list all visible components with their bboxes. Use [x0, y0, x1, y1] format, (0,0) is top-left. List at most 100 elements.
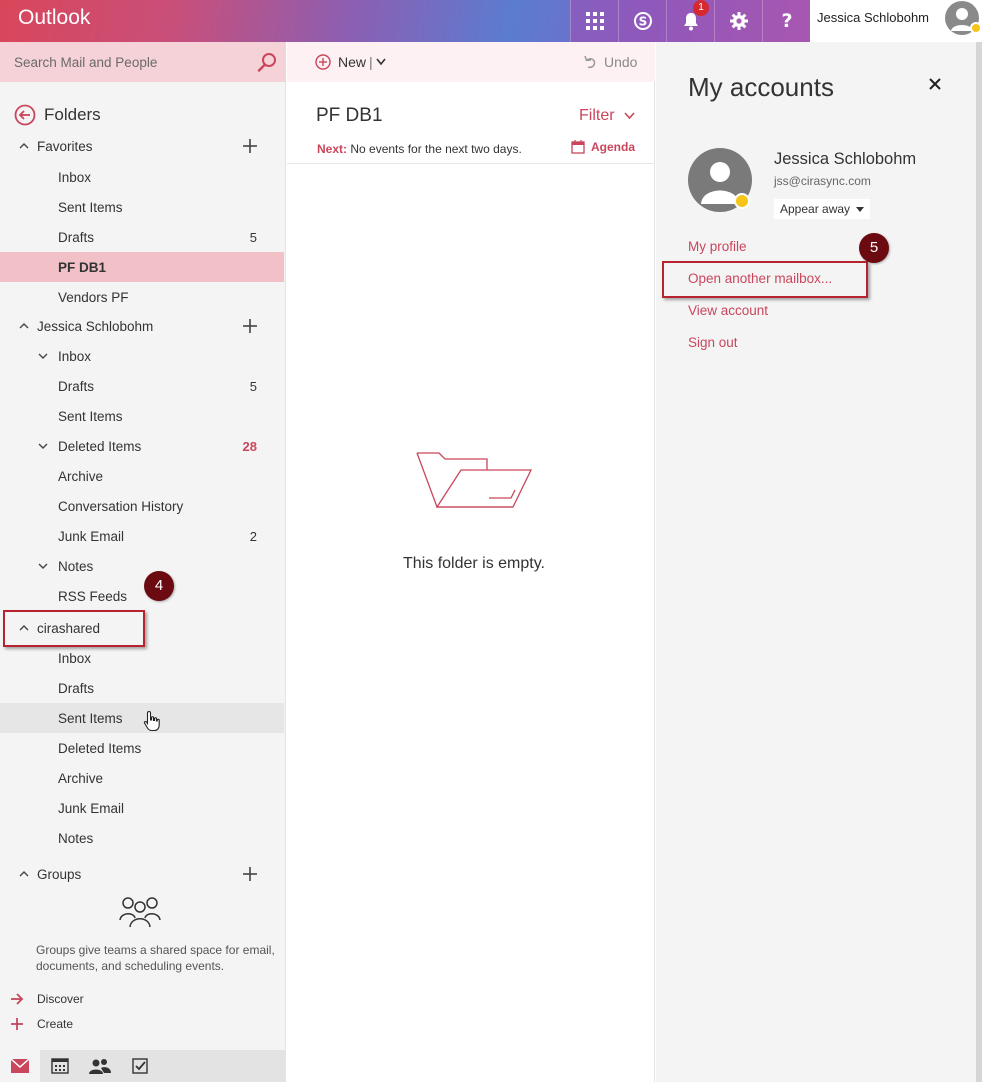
folders-header[interactable]: Folders: [14, 104, 101, 126]
mail-module-button[interactable]: [0, 1050, 40, 1082]
sign-out-link[interactable]: Sign out: [688, 335, 738, 350]
help-button[interactable]: ?: [762, 0, 810, 42]
folder-item[interactable]: Sent Items: [0, 192, 284, 222]
chevron-down-icon[interactable]: [38, 441, 48, 451]
my-accounts-panel: My accounts Jessica Schlobohm jss@cirasy…: [656, 42, 976, 1082]
groups-label: Groups: [37, 866, 82, 882]
step-4-highlight: [3, 610, 145, 647]
folder-item[interactable]: Deleted Items 28: [0, 431, 284, 461]
discover-link[interactable]: Discover: [10, 992, 84, 1006]
people-module-button[interactable]: [80, 1050, 120, 1082]
search-input[interactable]: Search Mail and People: [14, 55, 157, 70]
chevron-up-icon[interactable]: [19, 141, 29, 151]
add-group-icon[interactable]: [243, 867, 257, 881]
folder-item[interactable]: Conversation History: [0, 491, 284, 521]
settings-button[interactable]: [714, 0, 762, 42]
folder-title: PF DB1: [316, 105, 383, 126]
view-account-link[interactable]: View account: [688, 303, 768, 318]
account-header[interactable]: Jessica Schlobohm: [0, 311, 284, 341]
add-folder-icon[interactable]: [243, 319, 257, 333]
folder-item[interactable]: Junk Email: [0, 793, 284, 823]
filter-button[interactable]: Filter: [579, 107, 635, 125]
new-label: New: [338, 54, 367, 70]
svg-text:?: ?: [781, 11, 792, 31]
help-icon: ?: [781, 11, 792, 31]
folder-item[interactable]: Drafts 5: [0, 222, 284, 252]
folder-item[interactable]: Drafts 5: [0, 371, 284, 401]
search-box[interactable]: Search Mail and People: [0, 42, 286, 82]
my-profile-link[interactable]: My profile: [688, 239, 747, 254]
groups-description: Groups give teams a shared space for ema…: [36, 943, 275, 973]
folder-item[interactable]: Inbox: [0, 643, 284, 673]
presence-away-dot: [970, 22, 982, 34]
chevron-down-icon[interactable]: [38, 351, 48, 361]
groups-header[interactable]: Groups: [0, 859, 284, 889]
step-4-badge: 4: [144, 571, 174, 601]
folder-item[interactable]: Deleted Items: [0, 733, 284, 763]
folder-item[interactable]: Drafts: [0, 673, 284, 703]
account-name: Jessica Schlobohm: [774, 150, 917, 168]
close-icon[interactable]: [929, 78, 941, 90]
favorites-header[interactable]: Favorites: [0, 131, 284, 161]
discover-label: Discover: [37, 992, 84, 1006]
folder-item[interactable]: Junk Email 2: [0, 521, 284, 551]
folder-item[interactable]: Archive: [0, 763, 284, 793]
folder-item-hovered[interactable]: Sent Items: [0, 703, 284, 733]
user-menu[interactable]: Jessica Schlobohm: [810, 0, 982, 42]
undo-button[interactable]: Undo: [583, 54, 637, 70]
next-events-detail: No events for the next two days.: [350, 142, 522, 156]
account-label: Jessica Schlobohm: [37, 318, 154, 334]
agenda-button[interactable]: Agenda: [571, 140, 635, 154]
app-title[interactable]: Outlook: [18, 6, 90, 30]
folder-item-selected[interactable]: PF DB1: [0, 252, 284, 282]
next-events-text: Next: No events for the next two days.: [317, 142, 522, 156]
back-arrow-icon[interactable]: [14, 104, 36, 126]
search-icon[interactable]: [257, 52, 277, 72]
mail-icon: [11, 1059, 29, 1073]
agenda-label: Agenda: [591, 140, 636, 154]
add-favorite-icon[interactable]: [243, 139, 257, 153]
folder-item[interactable]: Archive: [0, 461, 284, 491]
gear-icon: [729, 12, 748, 30]
skype-button[interactable]: S: [618, 0, 666, 42]
folder-item[interactable]: Sent Items: [0, 401, 284, 431]
chevron-up-icon[interactable]: [19, 321, 29, 331]
undo-icon: [584, 55, 596, 69]
chevron-down-icon[interactable]: [38, 561, 48, 571]
groups-icon: [119, 897, 161, 928]
new-button[interactable]: New |: [315, 54, 386, 70]
unread-count: 5: [249, 378, 257, 394]
chevron-down-icon[interactable]: [376, 58, 386, 66]
app-launcher-button[interactable]: [570, 0, 618, 42]
notifications-button[interactable]: 1: [666, 0, 714, 42]
folders-label: Folders: [44, 105, 101, 124]
account-email: jss@cirasync.com: [774, 174, 871, 188]
presence-dropdown[interactable]: Appear away: [774, 199, 871, 219]
tasks-icon: [132, 1058, 148, 1074]
empty-folder-icon: [416, 452, 533, 508]
scrollbar[interactable]: [976, 42, 982, 1082]
chevron-up-icon[interactable]: [19, 869, 29, 879]
folder-item[interactable]: Notes: [0, 551, 284, 581]
folder-item[interactable]: Inbox: [0, 341, 284, 371]
unread-count: 28: [242, 438, 257, 454]
folder-item[interactable]: Inbox: [0, 162, 284, 192]
calendar-icon: [51, 1058, 69, 1074]
plus-icon: [11, 1018, 23, 1030]
command-bar: New | Undo: [287, 42, 655, 82]
module-switcher: [0, 1050, 286, 1082]
tasks-module-button[interactable]: [120, 1050, 160, 1082]
folder-item[interactable]: RSS Feeds: [0, 581, 284, 611]
filter-label: Filter: [579, 107, 615, 124]
svg-text:S: S: [638, 15, 647, 29]
presence-status: Appear away: [780, 202, 851, 216]
calendar-module-button[interactable]: [40, 1050, 80, 1082]
caret-down-icon: [856, 206, 865, 212]
folder-item[interactable]: Notes: [0, 823, 284, 853]
folder-item[interactable]: Vendors PF: [0, 282, 284, 312]
top-bar: Outlook S 1 ? Jessica Schlobohm: [0, 0, 982, 42]
unread-count: 2: [249, 528, 257, 544]
skype-icon: S: [633, 12, 652, 30]
next-label: Next:: [317, 142, 348, 156]
create-group-link[interactable]: Create: [10, 1017, 73, 1031]
